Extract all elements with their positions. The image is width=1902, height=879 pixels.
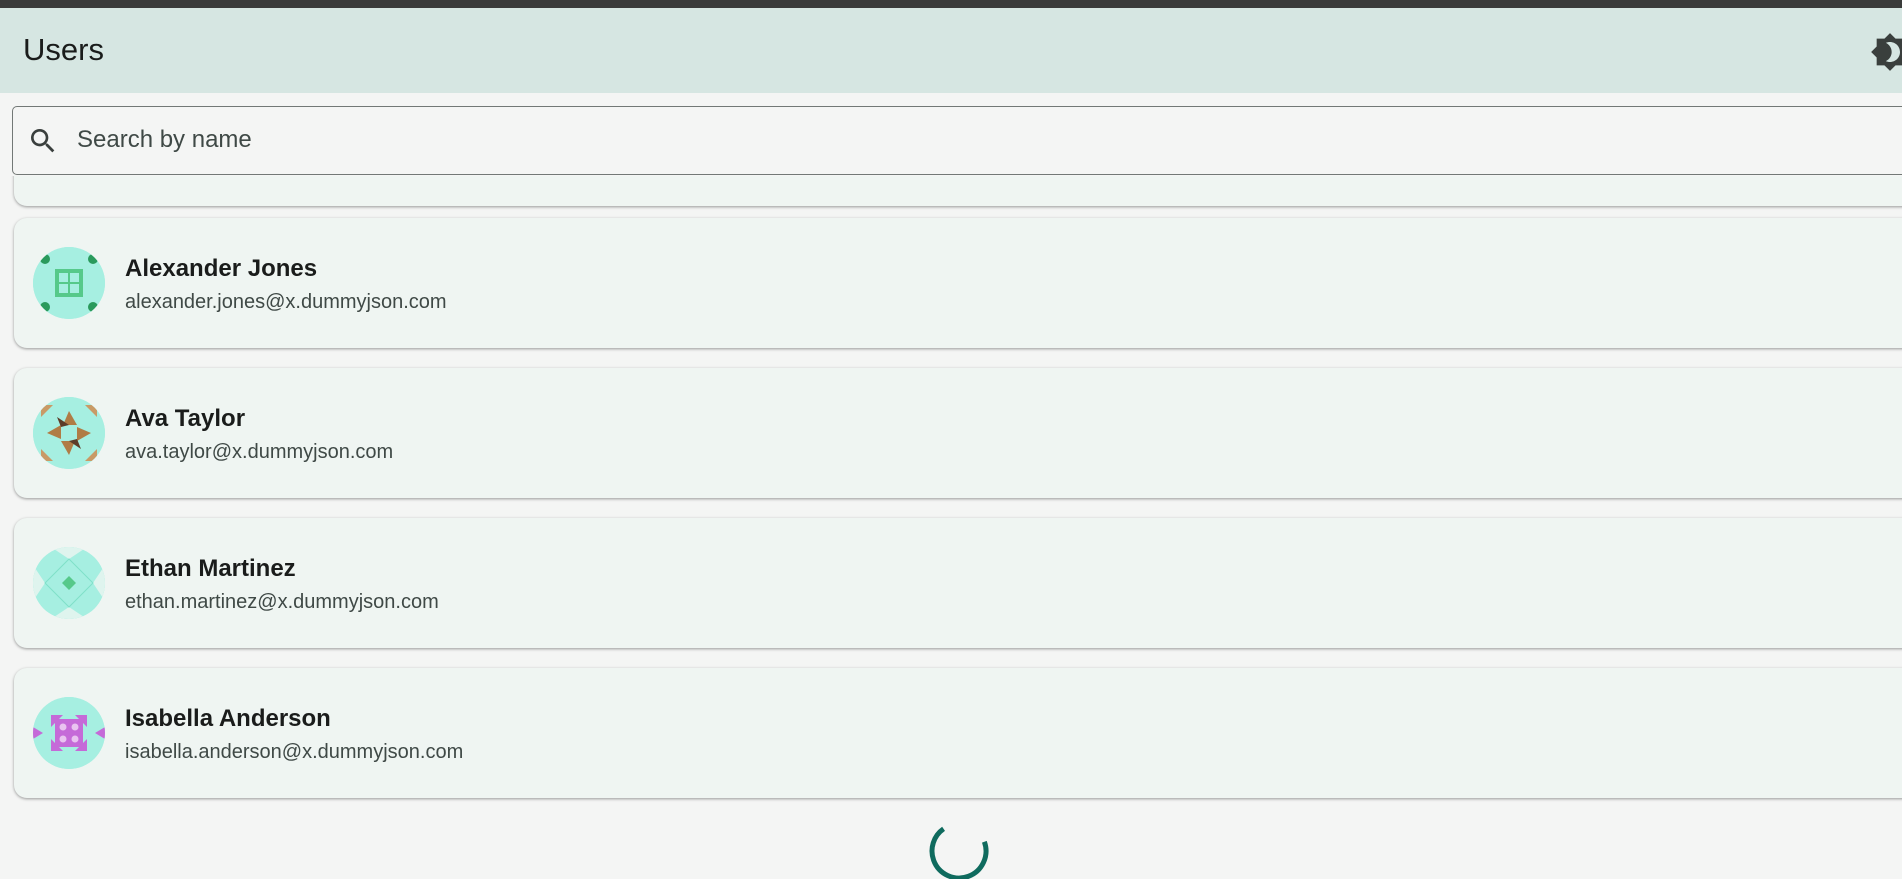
user-name: Ethan Martinez bbox=[125, 555, 296, 582]
user-email: isabella.anderson@x.dummyjson.com bbox=[125, 741, 464, 763]
list-item[interactable]: Ethan Martinez ethan.martinez@x.dummyjso… bbox=[14, 518, 1902, 648]
search-input[interactable] bbox=[77, 107, 1877, 173]
avatar bbox=[33, 547, 105, 619]
brightness-icon[interactable] bbox=[1870, 32, 1902, 72]
user-list[interactable]: Alexander Jones alexander.jones@x.dummyj… bbox=[0, 176, 1902, 879]
progress-spinner bbox=[928, 820, 990, 879]
list-item[interactable]: Isabella Anderson isabella.anderson@x.du… bbox=[14, 668, 1902, 798]
user-email: ava.taylor@x.dummyjson.com bbox=[125, 441, 394, 463]
avatar bbox=[33, 697, 105, 769]
search-icon bbox=[27, 125, 59, 157]
user-email: ethan.martinez@x.dummyjson.com bbox=[125, 591, 439, 613]
search-field[interactable] bbox=[12, 106, 1902, 175]
list-item[interactable]: Ava Taylor ava.taylor@x.dummyjson.com bbox=[14, 368, 1902, 498]
app-bar: Users bbox=[0, 8, 1902, 93]
users-page: Users Search by name Alexander Jones ale… bbox=[0, 0, 1902, 879]
window-top-strip bbox=[0, 0, 1902, 8]
list-item[interactable]: Alexander Jones alexander.jones@x.dummyj… bbox=[14, 218, 1902, 348]
page-title: Users bbox=[23, 32, 104, 67]
avatar bbox=[33, 397, 105, 469]
user-name: Ava Taylor bbox=[125, 405, 246, 432]
user-email: alexander.jones@x.dummyjson.com bbox=[125, 291, 447, 313]
user-name: Alexander Jones bbox=[125, 255, 318, 282]
avatar bbox=[33, 247, 105, 319]
user-name: Isabella Anderson bbox=[125, 705, 331, 732]
list-item[interactable] bbox=[14, 176, 1902, 206]
